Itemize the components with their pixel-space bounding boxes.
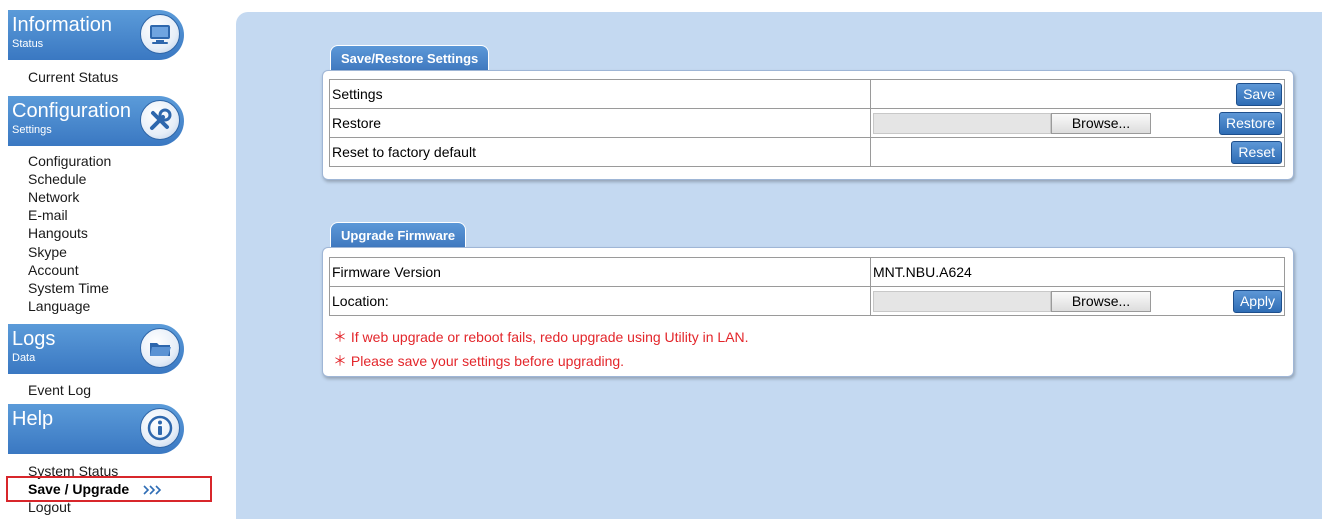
warning-note: ＊ Please save your settings before upgra… xyxy=(333,353,625,369)
firmware-browse-button[interactable]: Browse... xyxy=(1051,291,1151,312)
nav-configuration[interactable]: Configuration xyxy=(28,152,111,170)
monitor-icon xyxy=(140,14,180,54)
section-subtitle: Data xyxy=(12,352,36,364)
section-title: Configuration xyxy=(12,100,131,122)
nav-email[interactable]: E-mail xyxy=(28,206,68,224)
restore-browse-button[interactable]: Browse... xyxy=(1051,113,1151,134)
restore-file-input[interactable] xyxy=(873,113,1051,134)
restore-label: Restore xyxy=(329,108,871,138)
section-title: Logs xyxy=(12,328,56,350)
nav-logout[interactable]: Logout xyxy=(28,498,71,516)
table-row: Firmware Version MNT.NBU.A624 xyxy=(329,257,1285,287)
save-restore-panel: Settings Save Restore Browse... Restore … xyxy=(322,70,1294,180)
firmware-version-label: Firmware Version xyxy=(329,257,871,287)
table-row: Settings Save xyxy=(329,79,1285,109)
section-logs-header[interactable]: Logs Data xyxy=(8,324,184,374)
table-row: Restore Browse... Restore xyxy=(329,108,1285,138)
apply-button[interactable]: Apply xyxy=(1232,290,1282,313)
save-restore-table: Settings Save Restore Browse... Restore … xyxy=(329,79,1285,167)
folder-icon xyxy=(140,328,180,368)
tab-upgrade-firmware[interactable]: Upgrade Firmware xyxy=(330,222,467,248)
table-row: Reset to factory default Reset xyxy=(329,137,1285,167)
reset-button[interactable]: Reset xyxy=(1231,141,1282,164)
nav-language[interactable]: Language xyxy=(28,297,90,315)
save-button[interactable]: Save xyxy=(1236,83,1282,106)
main-content: Save/Restore Settings Settings Save Rest… xyxy=(236,12,1322,519)
section-title: Help xyxy=(12,408,54,430)
reset-label: Reset to factory default xyxy=(329,137,871,167)
info-icon xyxy=(140,408,180,448)
warning-note: ＊ If web upgrade or reboot fails, redo u… xyxy=(333,329,749,345)
settings-label: Settings xyxy=(329,79,871,109)
section-information-header[interactable]: Information Status xyxy=(8,10,184,60)
nav-account[interactable]: Account xyxy=(28,261,79,279)
tools-icon xyxy=(140,100,180,140)
triple-chevron-icon xyxy=(143,481,165,499)
section-subtitle: Status xyxy=(12,38,44,50)
section-title: Information xyxy=(12,14,113,36)
nav-event-log[interactable]: Event Log xyxy=(28,381,91,399)
location-label: Location: xyxy=(329,286,871,316)
table-row: Location: Browse... Apply xyxy=(329,286,1285,316)
reset-controls: Reset xyxy=(870,137,1285,167)
section-help-header[interactable]: Help xyxy=(8,404,184,454)
nav-hangouts[interactable]: Hangouts xyxy=(28,224,88,242)
restore-controls: Browse... Restore xyxy=(870,108,1285,138)
nav-network[interactable]: Network xyxy=(28,188,79,206)
nav-label: Save / Upgrade xyxy=(28,481,130,497)
nav-current-status[interactable]: Current Status xyxy=(28,68,118,86)
upgrade-firmware-panel: Firmware Version MNT.NBU.A624 Location: … xyxy=(322,247,1294,377)
restore-button[interactable]: Restore xyxy=(1218,112,1282,135)
nav-skype[interactable]: Skype xyxy=(28,243,67,261)
upgrade-table: Firmware Version MNT.NBU.A624 Location: … xyxy=(329,257,1285,316)
firmware-file-input[interactable] xyxy=(873,291,1051,312)
section-configuration-header[interactable]: Configuration Settings xyxy=(8,96,184,146)
location-controls: Browse... Apply xyxy=(870,286,1285,316)
nav-system-time[interactable]: System Time xyxy=(28,279,109,297)
nav-schedule[interactable]: Schedule xyxy=(28,170,86,188)
sidebar: Information Status Current Status Config… xyxy=(0,0,230,519)
firmware-version-value: MNT.NBU.A624 xyxy=(870,257,1285,287)
section-subtitle: Settings xyxy=(12,124,52,136)
settings-controls: Save xyxy=(870,79,1285,109)
tab-save-restore-settings[interactable]: Save/Restore Settings xyxy=(330,45,490,71)
nav-save-upgrade[interactable]: Save / Upgrade xyxy=(28,480,165,499)
